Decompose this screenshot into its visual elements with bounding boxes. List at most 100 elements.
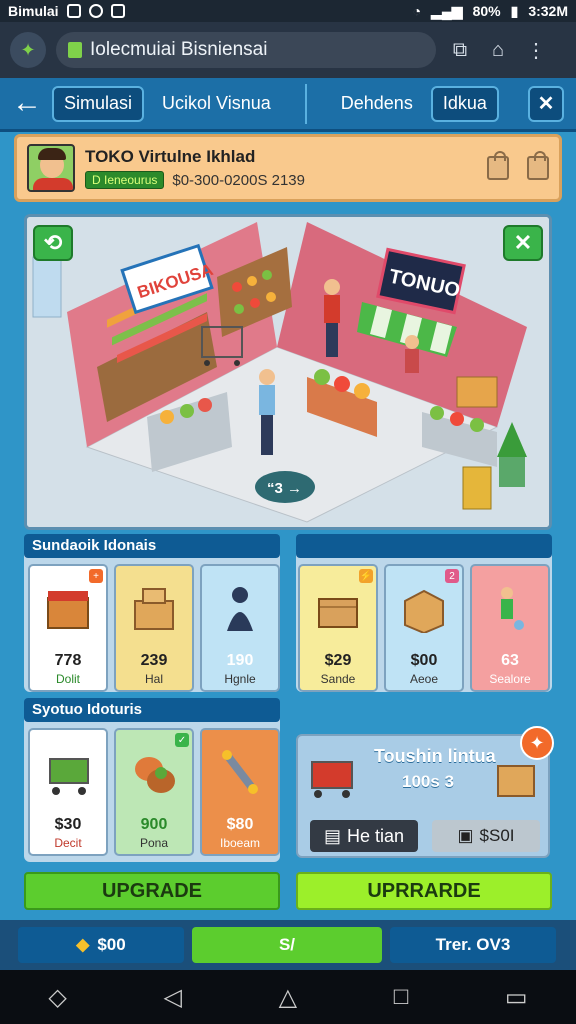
battery-label: 80% — [472, 3, 501, 19]
promo-subtitle: 100s 3 — [402, 772, 454, 791]
upgrade-button-right[interactable]: UPRRARDE — [296, 872, 552, 910]
badge-icon: ⚡ — [359, 569, 373, 583]
receipt-icon: ▤ — [323, 825, 341, 846]
crate-icon — [306, 578, 370, 638]
store-title: TOKO Virtulne Ikhlad — [85, 147, 256, 166]
carrier-label: Bimulai — [8, 3, 59, 19]
item-caption: Sealore — [489, 672, 531, 686]
item-card[interactable]: ✓ 900 Pona — [114, 728, 194, 856]
home-icon[interactable]: ⌂ — [484, 36, 512, 64]
coin-bag-icon: ◆ — [76, 935, 90, 954]
section-header-left-top: Sundaoik Idonais — [24, 534, 280, 558]
close-button[interactable]: ✕ — [528, 85, 564, 122]
image-icon — [110, 4, 125, 18]
notification-icon — [66, 4, 81, 18]
refresh-button[interactable]: ⟲ — [33, 225, 73, 261]
tab-toko-virtual[interactable]: Ucikol Visnua — [152, 86, 281, 122]
tab-dehdens[interactable]: Dehdens — [331, 86, 423, 122]
screenshot-icon[interactable]: ▭ — [505, 983, 528, 1012]
menu-icon[interactable]: ⋮ — [522, 36, 550, 64]
item-caption: Iboeam — [219, 836, 261, 850]
item-caption: Dolit — [55, 672, 80, 686]
progress-stat[interactable]: S/ — [192, 927, 382, 963]
recents-nav-icon[interactable]: □ — [394, 983, 409, 1011]
money-stat[interactable]: ◆ $00 — [18, 927, 184, 963]
top-nav: ← Simulasi Ucikol Visnua Dehdens Idkua ✕ — [0, 78, 576, 132]
item-price: $30 — [54, 816, 82, 833]
star-badge-icon: ✦ — [520, 726, 554, 760]
package-icon: ▣ — [457, 826, 474, 845]
item-card[interactable]: 63 Sealore — [470, 564, 550, 692]
tab-idkua[interactable]: Idkua — [430, 85, 499, 122]
item-card[interactable]: 2 $00 Aeoe — [384, 564, 464, 692]
url-text: Iolecmuiai Bisniensai — [90, 39, 268, 60]
upgrade-button-left[interactable]: UPGRADE — [24, 872, 280, 910]
crate-icon — [36, 578, 100, 638]
item-card[interactable]: 239 Hal — [114, 564, 194, 692]
signal-icon: ▂▄▆ — [431, 2, 463, 19]
wifi-icon: ◔ — [412, 3, 422, 19]
avatar[interactable] — [27, 144, 75, 192]
nav-divider — [304, 83, 307, 124]
diamond-icon[interactable]: ◇ — [48, 983, 66, 1012]
android-nav-bar: ◇ ◁ △ □ ▭ — [0, 970, 576, 1024]
promo-card[interactable]: Toushin lintua 100s 3 ✦ ▤ He tian ▣ $S0I — [296, 726, 554, 858]
game-app: ← Simulasi Ucikol Visnua Dehdens Idkua ✕… — [0, 78, 576, 970]
item-card[interactable]: + 778 Dolit — [28, 564, 108, 692]
promo-price-label: $S0I — [479, 826, 515, 845]
money-value: $00 — [97, 935, 126, 954]
item-card[interactable]: ⚡ $29 Sande — [298, 564, 378, 692]
lock-icon — [68, 42, 82, 58]
browser-logo-icon[interactable]: ✦ — [10, 32, 46, 68]
shopping-bag-icon[interactable] — [527, 151, 549, 180]
badge-icon: 2 — [445, 569, 459, 583]
worker-icon — [478, 578, 542, 638]
lock-bag-icon[interactable] — [487, 151, 509, 180]
store-header-card: TOKO Virtulne Ikhlad D Ieneourus $0-300-… — [14, 134, 562, 202]
item-caption: Hal — [144, 672, 163, 686]
promo-primary-label: He tian — [346, 825, 405, 846]
basket-icon — [122, 742, 186, 802]
home-nav-icon[interactable]: △ — [279, 983, 297, 1012]
back-arrow-icon[interactable]: ← — [12, 87, 44, 120]
browser-toolbar: ✦ Iolecmuiai Bisniensai ⧉ ⌂ ⋮ — [0, 22, 576, 78]
store-scene: BIKOUSA TONUO “3 → ⟲ ✕ — [24, 214, 552, 530]
promo-price-button[interactable]: ▣ $S0I — [432, 820, 540, 852]
close-scene-button[interactable]: ✕ — [503, 225, 543, 261]
sync-icon — [88, 4, 103, 18]
promo-primary-button[interactable]: ▤ He tian — [310, 820, 418, 852]
store-value: $0-300-0200S 2139 — [172, 171, 305, 189]
item-card[interactable]: $80 Iboeam — [200, 728, 280, 856]
item-price: 190 — [226, 652, 254, 669]
box-icon — [122, 578, 186, 638]
box-icon — [497, 765, 535, 797]
bottom-stats-bar: ◆ $00 S/ Trer. OV3 — [0, 920, 576, 970]
item-caption: Pona — [139, 836, 169, 850]
item-card[interactable]: 190 Hgnle — [200, 564, 280, 692]
tabs-icon[interactable]: ⧉ — [446, 36, 474, 64]
badge-icon: + — [89, 569, 103, 583]
item-caption: Sande — [320, 672, 356, 686]
badge-icon: ✓ — [175, 733, 189, 747]
time-label: 3:32M — [528, 3, 568, 19]
figure-icon — [208, 578, 272, 638]
item-price: $80 — [226, 816, 254, 833]
item-price: 239 — [140, 652, 168, 669]
box-icon — [392, 578, 456, 638]
item-caption: Hgnle — [224, 672, 256, 686]
item-price: 778 — [54, 652, 82, 669]
tab-simulasi[interactable]: Simulasi — [52, 85, 145, 122]
item-price: $00 — [410, 652, 438, 669]
item-card[interactable]: $30 Decit — [28, 728, 108, 856]
url-bar[interactable]: Iolecmuiai Bisniensai — [56, 32, 436, 68]
battery-icon: ▮ — [510, 2, 519, 19]
status-bar: Bimulai ◔ ▂▄▆ 80% ▮ 3:32M — [0, 0, 576, 22]
store-illustration: BIKOUSA TONUO “3 → — [27, 217, 549, 527]
tool-icon — [208, 742, 272, 802]
tier-stat[interactable]: Trer. OV3 — [390, 927, 556, 963]
item-caption: Decit — [54, 836, 82, 850]
store-tag-badge: D Ieneourus — [85, 171, 165, 189]
cart-icon — [36, 742, 100, 802]
back-nav-icon[interactable]: ◁ — [163, 983, 181, 1012]
item-caption: Aeoe — [409, 672, 439, 686]
